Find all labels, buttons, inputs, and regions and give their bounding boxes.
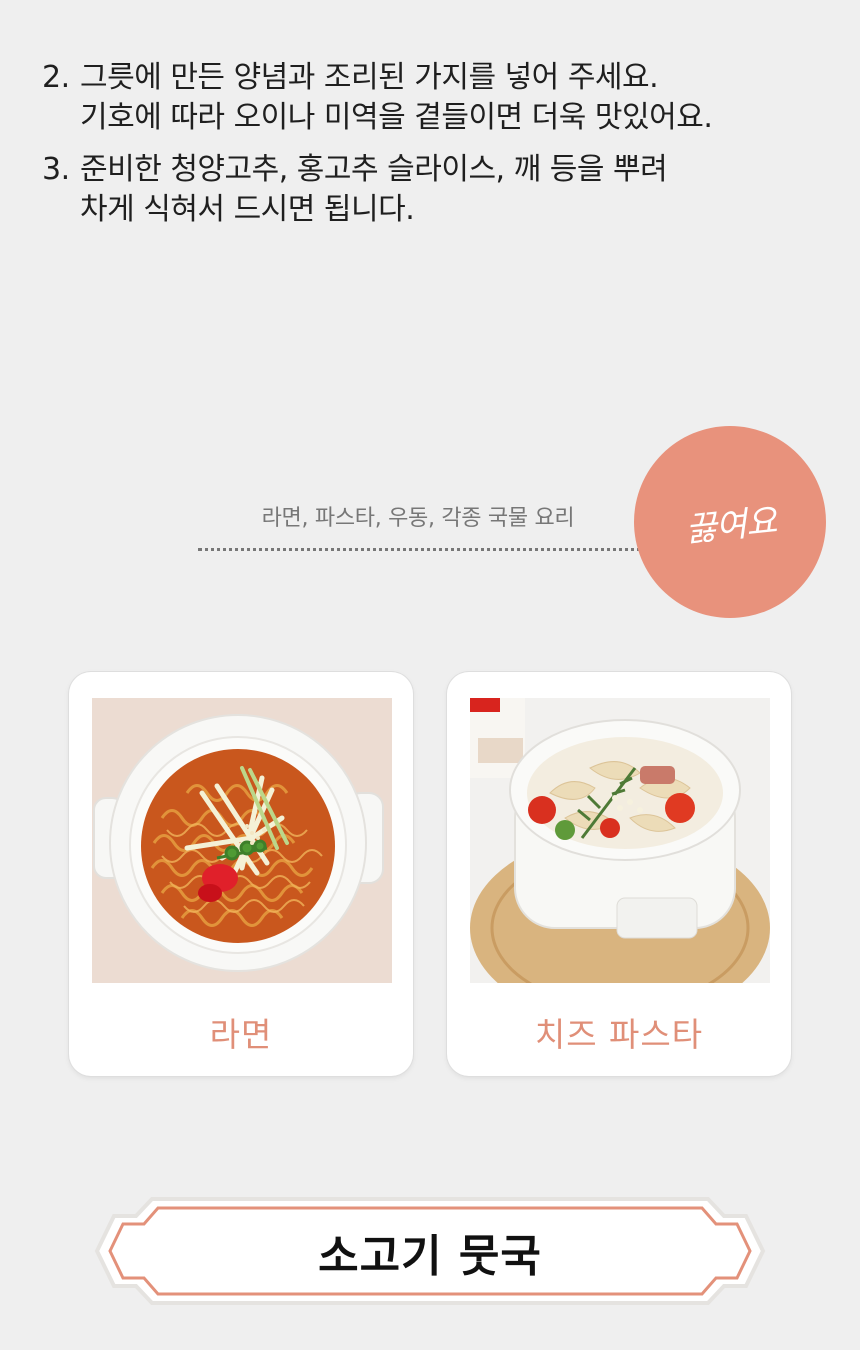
step-text: 준비한 청양고추, 홍고추 슬라이스, 깨 등을 뿌려 차게 식혀서 드시면 됩… <box>80 150 668 230</box>
feature-subtitle: 라면, 파스타, 우동, 각종 국물 요리 <box>261 506 575 531</box>
recipe-step: 3. 준비한 청양고추, 홍고추 슬라이스, 깨 등을 뿌려 차게 식혀서 드시… <box>42 150 842 230</box>
badge-label: 끓여요 <box>683 500 778 551</box>
card-label: 치즈 파스타 <box>534 1015 704 1054</box>
card-label: 라면 <box>209 1015 273 1054</box>
section-banner: 소고기 뭇국 <box>94 1196 766 1306</box>
boil-badge: 끓여요 <box>634 426 826 618</box>
cheese-pasta-card[interactable]: 치즈 파스타 <box>447 672 791 1076</box>
cheese-pasta-photo <box>470 698 770 983</box>
step-number: 3. <box>42 152 70 187</box>
step-line: 그릇에 만든 양념과 조리된 가지를 넣어 주세요. <box>80 60 659 95</box>
ramen-photo <box>92 698 392 983</box>
section-title: 소고기 뭇국 <box>318 1231 542 1282</box>
step-text: 그릇에 만든 양념과 조리된 가지를 넣어 주세요. 기호에 따라 오이나 미역… <box>80 58 713 138</box>
recipe-steps: 2. 그릇에 만든 양념과 조리된 가지를 넣어 주세요. 기호에 따라 오이나… <box>42 58 842 242</box>
recipe-step: 2. 그릇에 만든 양념과 조리된 가지를 넣어 주세요. 기호에 따라 오이나… <box>42 58 842 138</box>
step-line: 기호에 따라 오이나 미역을 곁들이면 더욱 맛있어요. <box>80 100 713 135</box>
ramen-card[interactable]: 라면 <box>69 672 413 1076</box>
dotted-divider <box>198 548 648 551</box>
step-line: 준비한 청양고추, 홍고추 슬라이스, 깨 등을 뿌려 <box>80 152 668 187</box>
step-line: 차게 식혀서 드시면 됩니다. <box>80 192 415 227</box>
step-number: 2. <box>42 60 70 95</box>
